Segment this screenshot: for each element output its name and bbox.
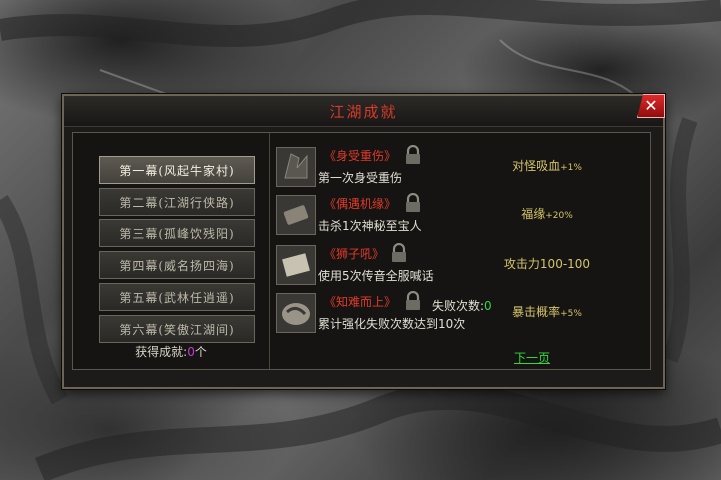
torn-cloth-icon	[276, 147, 316, 187]
reward-bonus: +1%	[560, 163, 582, 173]
achievement-desc: 击杀1次神秘至宝人	[318, 219, 422, 233]
reward-bonus: +20%	[545, 211, 573, 221]
achievement-dialog: 江湖成就 ✕ 第一幕(风起牛家村) 第二幕(江湖行侠路) 第三幕(孤峰饮残阳) …	[62, 94, 665, 389]
achievement-count-label: 获得成就:	[135, 345, 188, 359]
achievement-reward: 对怪吸血+1%	[492, 157, 602, 174]
reward-text: 对怪吸血	[512, 159, 561, 173]
reward-bonus: +5%	[560, 309, 582, 319]
reward-text: 暴击概率	[512, 305, 561, 319]
reward-text: 福缘	[521, 207, 546, 221]
achievement-count-unit: 个	[194, 345, 207, 359]
chapter-tab-6[interactable]: 第六幕(笑傲江湖间)	[99, 315, 255, 343]
chapter-tab-4[interactable]: 第四幕(威名扬四海)	[99, 251, 255, 279]
lock-icon	[406, 291, 420, 310]
achievement-row: 《知难而上》 失败次数:0 累计强化失败次数达到10次 暴击概率+5%	[276, 291, 650, 335]
achievement-name: 《知难而上》	[324, 295, 397, 309]
achievement-count: 获得成就:0个	[73, 343, 269, 360]
stone-icon	[276, 293, 316, 333]
chapter-tab-1[interactable]: 第一幕(风起牛家村)	[99, 156, 255, 184]
scroll-icon	[276, 195, 316, 235]
achievement-reward: 攻击力100-100	[492, 255, 602, 272]
achievement-desc: 使用5次传音全服喊话	[318, 269, 434, 283]
dialog-title: 江湖成就	[329, 102, 398, 121]
next-page-link[interactable]: 下一页	[514, 349, 550, 366]
dialog-titlebar: 江湖成就	[64, 96, 663, 127]
chapter-tab-5[interactable]: 第五幕(武林任逍遥)	[99, 283, 255, 311]
fail-count-label: 失败次数:	[432, 299, 485, 313]
achievement-name: 《身受重伤》	[324, 149, 397, 163]
reward-text: 攻击力100-100	[503, 257, 591, 271]
achievement-reward: 暴击概率+5%	[492, 303, 602, 320]
achievement-desc: 第一次身受重伤	[318, 171, 403, 185]
achievement-row: 《狮子吼》 使用5次传音全服喊话 攻击力100-100	[276, 243, 650, 287]
chapter-list: 第一幕(风起牛家村) 第二幕(江湖行侠路) 第三幕(孤峰饮残阳) 第四幕(威名扬…	[73, 133, 270, 369]
achievement-desc: 累计强化失败次数达到10次	[318, 317, 466, 331]
achievement-row: 《身受重伤》 第一次身受重伤 对怪吸血+1%	[276, 145, 650, 189]
lock-icon	[406, 193, 420, 212]
chapter-tab-3[interactable]: 第三幕(孤峰饮残阳)	[99, 219, 255, 247]
dialog-content-panel: 第一幕(风起牛家村) 第二幕(江湖行侠路) 第三幕(孤峰饮残阳) 第四幕(威名扬…	[72, 132, 651, 370]
paper-icon	[276, 245, 316, 285]
fail-count-value: 0	[484, 299, 492, 313]
achievement-name: 《偶遇机缘》	[324, 197, 397, 211]
lock-icon	[406, 145, 420, 164]
achievement-row: 《偶遇机缘》 击杀1次神秘至宝人 福缘+20%	[276, 193, 650, 237]
lock-icon	[392, 243, 406, 262]
achievement-name: 《狮子吼》	[324, 247, 385, 261]
achievement-list: 《身受重伤》 第一次身受重伤 对怪吸血+1% 《偶遇机缘》 击杀1次神秘至宝人 …	[270, 133, 650, 369]
fail-count: 失败次数:0	[432, 297, 492, 314]
achievement-reward: 福缘+20%	[492, 205, 602, 222]
chapter-tab-2[interactable]: 第二幕(江湖行侠路)	[99, 188, 255, 216]
achievement-count-value: 0	[187, 345, 195, 359]
